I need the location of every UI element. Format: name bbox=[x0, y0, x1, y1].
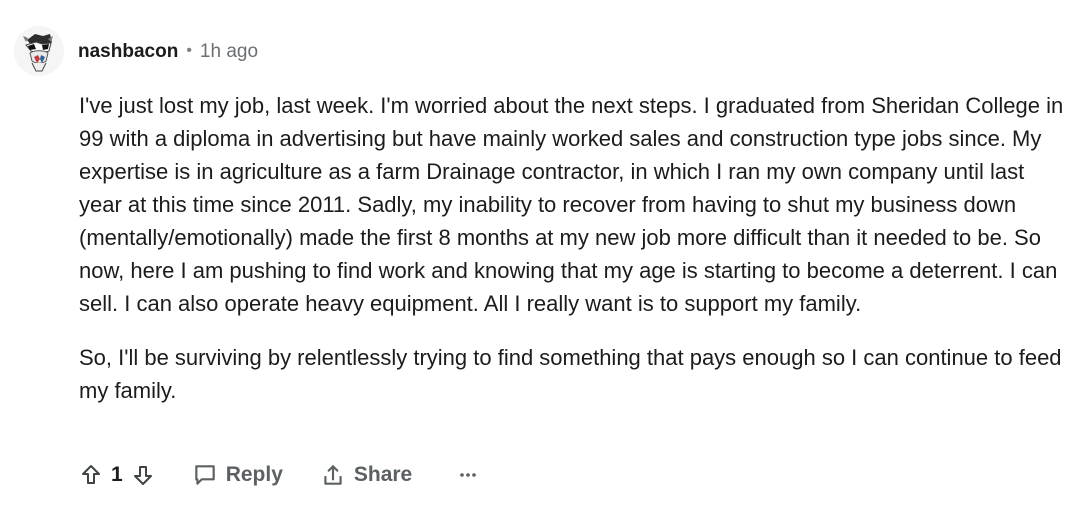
comment-card: nashbacon • 1h ago I've just lost my job… bbox=[0, 0, 1080, 522]
avatar[interactable] bbox=[14, 26, 64, 76]
share-button[interactable]: Share bbox=[320, 462, 412, 488]
comment-bubble-icon bbox=[194, 465, 215, 485]
more-icon bbox=[460, 473, 477, 477]
upvote-icon bbox=[82, 465, 100, 484]
comment-body: I've just lost my job, last week. I'm wo… bbox=[79, 89, 1069, 407]
reply-button[interactable]: Reply bbox=[192, 462, 283, 488]
comment-paragraph-1: I've just lost my job, last week. I'm wo… bbox=[79, 93, 1064, 316]
reply-label: Reply bbox=[225, 463, 283, 486]
upvote-button[interactable] bbox=[79, 463, 103, 487]
share-label: Share bbox=[353, 463, 413, 486]
comment-header: nashbacon • 1h ago bbox=[14, 23, 258, 79]
downvote-button[interactable] bbox=[131, 463, 155, 487]
comment-meta: nashbacon • 1h ago bbox=[78, 42, 258, 61]
more-options-button[interactable] bbox=[458, 465, 478, 485]
downvote-icon bbox=[133, 466, 152, 485]
share-icon bbox=[324, 465, 342, 485]
comment-paragraph-2: So, I'll be surviving by relentlessly tr… bbox=[79, 345, 1062, 403]
vote-controls: 1 bbox=[79, 463, 155, 487]
username[interactable]: nashbacon bbox=[78, 42, 178, 61]
comment-actions: 1 Reply Share bbox=[79, 455, 478, 495]
meta-separator: • bbox=[186, 42, 192, 59]
comment-time: 1h ago bbox=[199, 40, 259, 62]
vote-score: 1 bbox=[111, 463, 123, 486]
avatar-icon bbox=[14, 26, 64, 76]
